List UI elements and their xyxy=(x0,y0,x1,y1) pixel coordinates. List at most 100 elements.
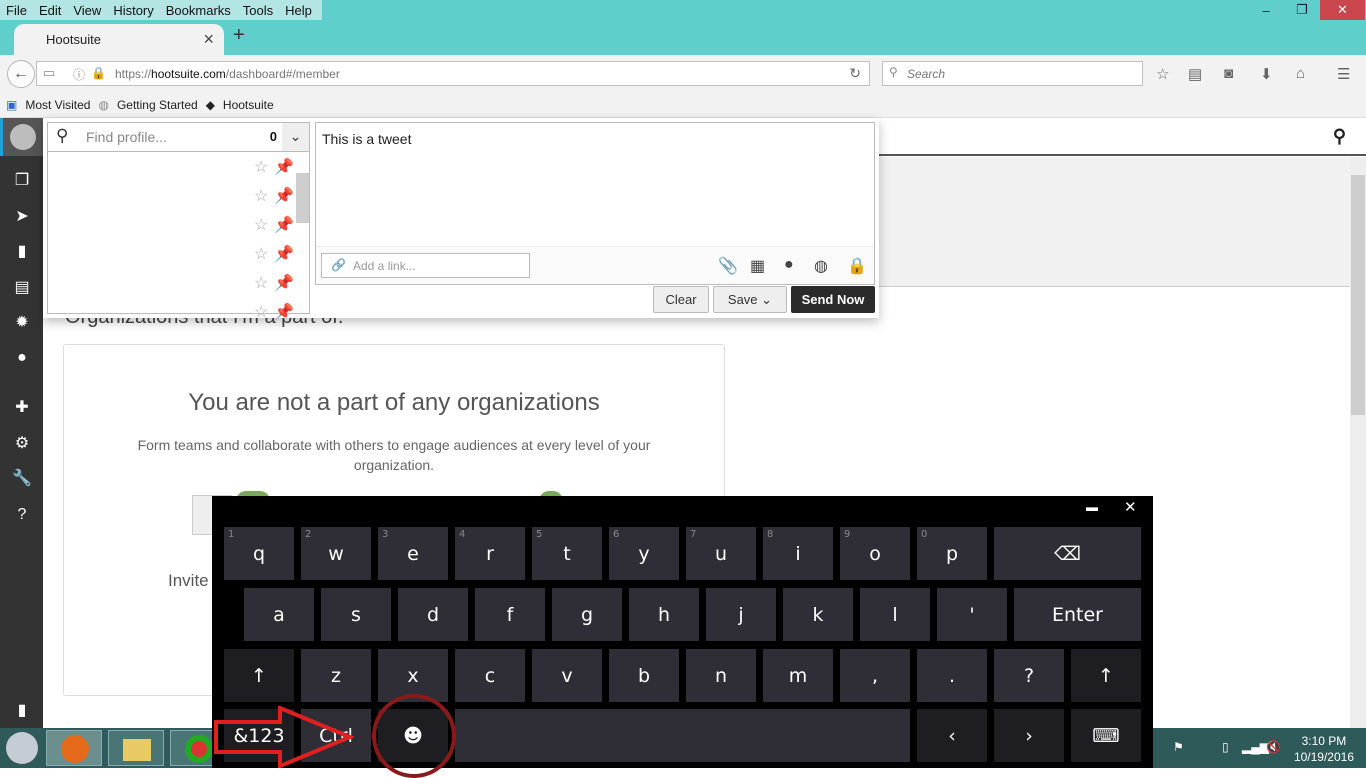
pin-icon[interactable]: 📌 xyxy=(274,275,294,292)
downloads-icon[interactable]: ⬇ xyxy=(1260,65,1273,83)
key-8[interactable]: l xyxy=(860,588,930,641)
menu-bookmarks[interactable]: Bookmarks xyxy=(164,0,237,20)
bookmark-getting-started[interactable]: Getting Started xyxy=(117,98,198,112)
key-8[interactable]: . xyxy=(917,649,987,702)
menu-edit[interactable]: Edit xyxy=(37,0,67,20)
profile-icon[interactable]: ● xyxy=(11,347,33,369)
key-4[interactable]: b xyxy=(609,649,679,702)
profile-scrollbar[interactable] xyxy=(295,153,309,313)
url-bar[interactable]: ▭ ⓘ 🔒 https://hootsuite.com/dashboard#/m… xyxy=(36,61,870,86)
flag-icon[interactable]: ⚑ xyxy=(1173,740,1184,754)
logout-icon[interactable]: ▮ xyxy=(11,700,33,722)
clear-button[interactable]: Clear xyxy=(653,286,709,313)
minimize-button[interactable]: – xyxy=(1248,0,1284,20)
backspace-key[interactable]: ⌫ xyxy=(994,527,1141,580)
left-arrow-key[interactable]: ‹ xyxy=(917,709,987,762)
search-icon[interactable]: ⚲ xyxy=(1333,126,1346,147)
star-icon[interactable]: ☆ xyxy=(254,304,268,321)
star-icon[interactable]: ☆ xyxy=(254,188,268,205)
shift-left-key[interactable]: ↑ xyxy=(224,649,294,702)
key-6[interactable]: j xyxy=(706,588,776,641)
help-icon[interactable]: ? xyxy=(11,504,33,526)
avatar[interactable] xyxy=(0,118,43,156)
menu-view[interactable]: View xyxy=(71,0,107,20)
send-now-button[interactable]: Send Now xyxy=(791,286,875,313)
key-i[interactable]: 8i xyxy=(763,527,833,580)
profile-row[interactable]: ☆ 📌 xyxy=(254,273,294,293)
streams-icon[interactable]: ❐ xyxy=(11,170,33,192)
home-icon[interactable]: ⌂ xyxy=(1296,65,1305,82)
menu-history[interactable]: History xyxy=(111,0,159,20)
message-box[interactable]: This is a tweet 🔗 Add a link... 📎 ▦ ● ◍ 🔒 xyxy=(315,122,875,285)
add-link-input[interactable]: 🔗 Add a link... xyxy=(321,253,530,278)
key-3[interactable]: f xyxy=(475,588,545,641)
hamburger-menu-icon[interactable]: ☰ xyxy=(1337,65,1350,83)
key-o[interactable]: 9o xyxy=(840,527,910,580)
settings-icon[interactable]: ⚙ xyxy=(11,433,33,455)
key-r[interactable]: 4r xyxy=(455,527,525,580)
key-1[interactable]: s xyxy=(321,588,391,641)
bookmark-hootsuite[interactable]: Hootsuite xyxy=(223,98,274,112)
volume-muted-icon[interactable]: 🔇 xyxy=(1266,740,1281,754)
signal-icon[interactable]: ▂▄▆ xyxy=(1242,740,1269,754)
find-profile-input[interactable]: ⚲ Find profile... 0 ⌄ xyxy=(48,123,309,152)
right-arrow-key[interactable]: › xyxy=(994,709,1064,762)
enter-key[interactable]: Enter xyxy=(1014,588,1141,641)
apps-icon[interactable]: ✚ xyxy=(11,397,33,419)
page-scrollbar[interactable] xyxy=(1350,157,1366,728)
publisher-icon[interactable]: ➤ xyxy=(11,206,33,228)
location-icon[interactable]: ● xyxy=(784,256,794,274)
analytics-icon[interactable]: ▮ xyxy=(11,241,33,263)
chevron-down-icon[interactable]: ⌄ xyxy=(282,123,309,151)
key-w[interactable]: 2w xyxy=(301,527,371,580)
profile-row[interactable]: ☆ 📌 xyxy=(254,215,294,235)
keyboard-dock-key[interactable]: ⌨ xyxy=(1071,709,1141,762)
tab-hootsuite[interactable]: Hootsuite × xyxy=(14,24,224,55)
key-y[interactable]: 6y xyxy=(609,527,679,580)
profile-row[interactable]: ☆ 📌 xyxy=(254,186,294,206)
calendar-icon[interactable]: ▦ xyxy=(750,256,765,276)
key-p[interactable]: 0p xyxy=(917,527,987,580)
key-2[interactable]: d xyxy=(398,588,468,641)
key-9[interactable]: ' xyxy=(937,588,1007,641)
key-5[interactable]: n xyxy=(686,649,756,702)
pocket-icon[interactable]: ◙ xyxy=(1224,65,1233,82)
profile-row[interactable]: ☆ 📌 xyxy=(254,302,294,322)
pin-icon[interactable]: 📌 xyxy=(274,188,294,205)
assignments-icon[interactable]: ▤ xyxy=(11,277,33,299)
lock-icon[interactable]: 🔒 xyxy=(847,256,867,276)
reading-list-icon[interactable]: ▤ xyxy=(1188,65,1202,83)
contacts-icon[interactable]: ✹ xyxy=(11,312,33,334)
search-input[interactable]: ⚲ Search xyxy=(882,61,1143,86)
key-2[interactable]: c xyxy=(455,649,525,702)
save-button[interactable]: Save ⌄ xyxy=(713,286,787,313)
key-0[interactable]: z xyxy=(301,649,371,702)
key-3[interactable]: v xyxy=(532,649,602,702)
key-0[interactable]: a xyxy=(244,588,314,641)
battery-icon[interactable]: ▯ xyxy=(1222,740,1229,754)
firefox-taskbar-icon[interactable] xyxy=(46,730,102,766)
file-explorer-taskbar-icon[interactable] xyxy=(108,730,164,766)
attach-icon[interactable]: 📎 xyxy=(718,256,738,276)
pin-icon[interactable]: 📌 xyxy=(274,304,294,321)
start-button[interactable] xyxy=(6,732,38,764)
message-text[interactable]: This is a tweet xyxy=(322,131,411,147)
profile-row[interactable]: ☆ 📌 xyxy=(254,157,294,177)
pin-icon[interactable]: 📌 xyxy=(274,246,294,263)
bookmark-star-icon[interactable]: ☆ xyxy=(1156,65,1169,83)
clock[interactable]: 3:10 PM 10/19/2016 xyxy=(1294,733,1354,765)
star-icon[interactable]: ☆ xyxy=(254,246,268,263)
back-button[interactable]: ← xyxy=(7,60,35,88)
key-5[interactable]: h xyxy=(629,588,699,641)
pin-icon[interactable]: 📌 xyxy=(274,217,294,234)
info-icon[interactable]: ⓘ xyxy=(73,66,85,83)
tools-icon[interactable]: 🔧 xyxy=(11,468,33,490)
keyboard-minimize-button[interactable]: ▬ xyxy=(1086,500,1098,514)
key-4[interactable]: g xyxy=(552,588,622,641)
shift-right-key[interactable]: ↑ xyxy=(1071,649,1141,702)
key-7[interactable]: k xyxy=(783,588,853,641)
key-u[interactable]: 7u xyxy=(686,527,756,580)
pin-icon[interactable]: 📌 xyxy=(274,159,294,176)
keyboard-close-button[interactable]: ✕ xyxy=(1124,498,1137,516)
star-icon[interactable]: ☆ xyxy=(254,159,268,176)
